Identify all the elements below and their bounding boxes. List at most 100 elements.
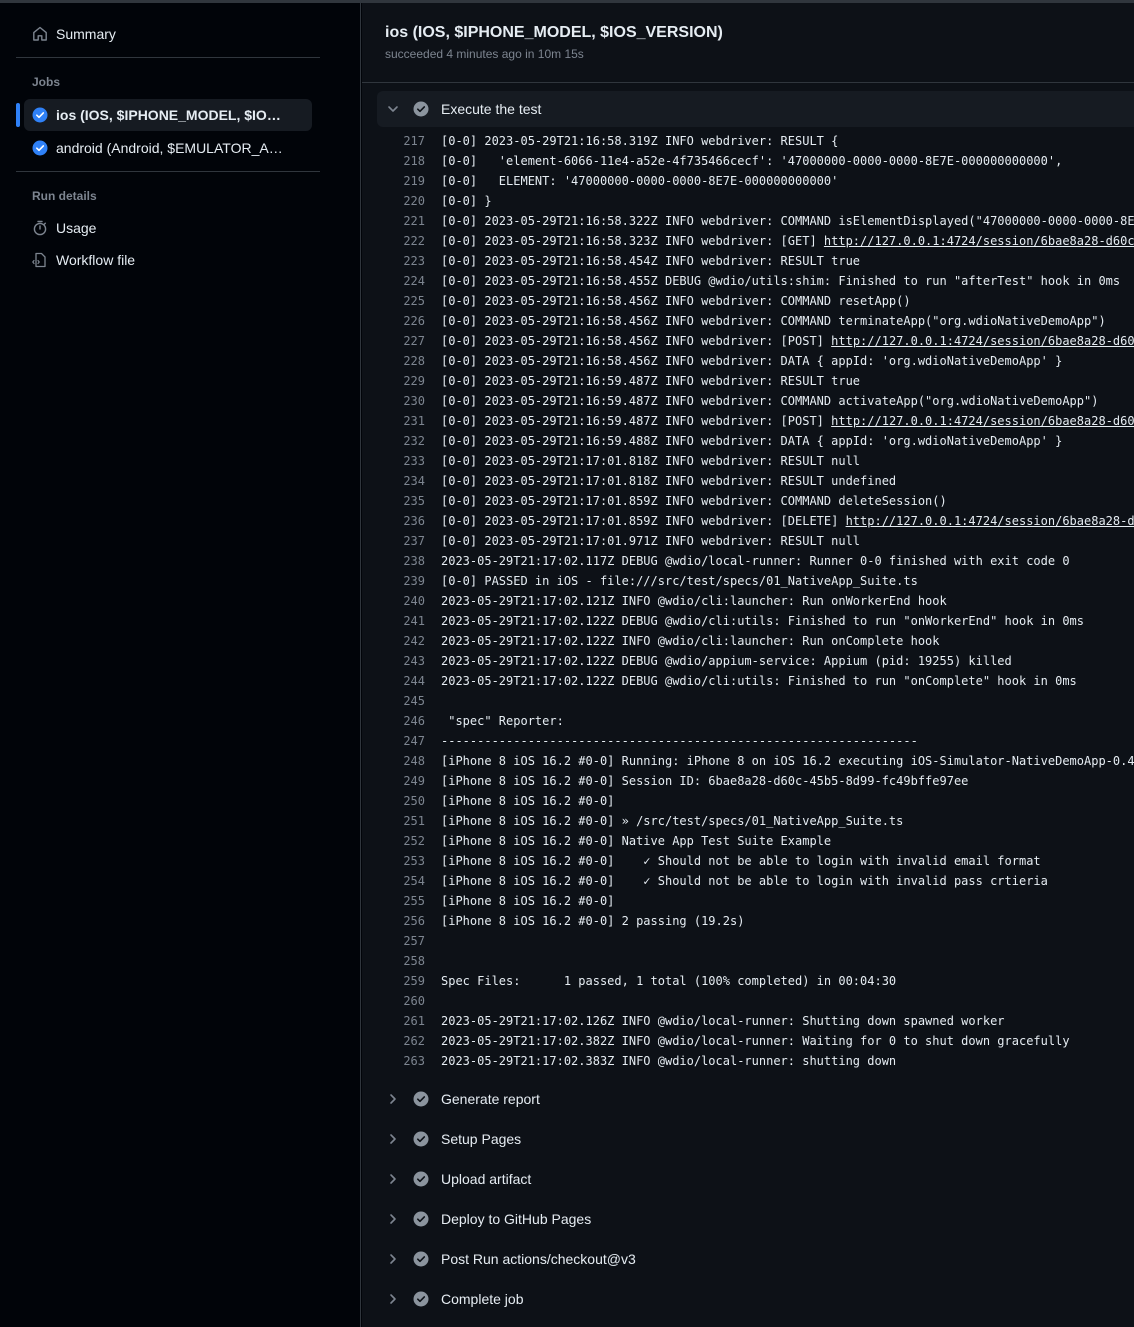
line-number[interactable]: 223 — [377, 251, 425, 271]
sidebar-item-summary[interactable]: Summary — [24, 18, 312, 50]
line-number[interactable]: 243 — [377, 651, 425, 671]
line-number[interactable]: 227 — [377, 331, 425, 351]
line-number[interactable]: 240 — [377, 591, 425, 611]
line-number[interactable]: 252 — [377, 831, 425, 851]
line-number[interactable]: 256 — [377, 911, 425, 931]
line-number[interactable]: 219 — [377, 171, 425, 191]
line-number[interactable]: 234 — [377, 471, 425, 491]
sidebar-item-usage[interactable]: Usage — [24, 212, 312, 244]
line-number[interactable]: 250 — [377, 791, 425, 811]
log-message: [0-0] 2023-05-29T21:16:58.456Z INFO webd… — [441, 334, 832, 348]
step-label: Post Run actions/checkout@v3 — [441, 1251, 636, 1267]
line-number[interactable]: 241 — [377, 611, 425, 631]
log-message: [0-0] 2023-05-29T21:17:01.818Z INFO webd… — [441, 474, 897, 488]
log-message: [iPhone 8 iOS 16.2 #0-0] ✓ Should not be… — [441, 854, 1041, 868]
log-text: [0-0] 2023-05-29T21:16:58.456Z INFO webd… — [441, 331, 1134, 351]
step-execute-the-test[interactable]: Execute the test — [377, 91, 1134, 127]
line-number[interactable]: 231 — [377, 411, 425, 431]
log-line: 223 [0-0] 2023-05-29T21:16:58.454Z INFO w… — [377, 251, 1134, 271]
log-line: 262 2023-05-29T21:17:02.382Z INFO @wdio/l… — [377, 1031, 1134, 1051]
log-line: 237 [0-0] 2023-05-29T21:17:01.971Z INFO w… — [377, 531, 1134, 551]
log-link[interactable]: http://127.0.0.1:4724/session/6bae8a28-d… — [824, 234, 1134, 248]
line-number[interactable]: 251 — [377, 811, 425, 831]
line-number[interactable]: 261 — [377, 1011, 425, 1031]
log-line: 238 2023-05-29T21:17:02.117Z DEBUG @wdio/… — [377, 551, 1134, 571]
log-text: [0-0] 2023-05-29T21:16:59.488Z INFO webd… — [441, 431, 1062, 451]
log-link[interactable]: http://127.0.0.1:4724/session/6bae8a28-d… — [846, 514, 1134, 528]
line-number[interactable]: 259 — [377, 971, 425, 991]
line-number[interactable]: 232 — [377, 431, 425, 451]
line-number[interactable]: 229 — [377, 371, 425, 391]
line-number[interactable]: 263 — [377, 1051, 425, 1071]
step-label: Upload artifact — [441, 1171, 532, 1187]
line-number[interactable]: 246 — [377, 711, 425, 731]
line-number[interactable]: 224 — [377, 271, 425, 291]
log-message: [iPhone 8 iOS 16.2 #0-0] 2 passing (19.2… — [441, 914, 745, 928]
line-number[interactable]: 233 — [377, 451, 425, 471]
log-message: [0-0] 2023-05-29T21:16:58.322Z INFO webd… — [441, 214, 1134, 228]
line-number[interactable]: 248 — [377, 751, 425, 771]
step-post-run-actions-checkout-v3[interactable]: Post Run actions/checkout@v3 — [377, 1241, 1134, 1277]
step-label: Complete job — [441, 1291, 524, 1307]
log-link[interactable]: http://127.0.0.1:4724/session/6bae8a28-d… — [831, 334, 1134, 348]
line-number[interactable]: 260 — [377, 991, 425, 1011]
log-line: 261 2023-05-29T21:17:02.126Z INFO @wdio/l… — [377, 1011, 1134, 1031]
step-deploy-to-github-pages[interactable]: Deploy to GitHub Pages — [377, 1201, 1134, 1237]
log-text: [0-0] 2023-05-29T21:16:58.456Z INFO webd… — [441, 351, 1062, 371]
line-number[interactable]: 262 — [377, 1031, 425, 1051]
log-message: [0-0] 2023-05-29T21:16:58.323Z INFO webd… — [441, 234, 824, 248]
log-text: [iPhone 8 iOS 16.2 #0-0] — [441, 791, 614, 811]
log-message: [0-0] 2023-05-29T21:17:01.859Z INFO webd… — [441, 494, 947, 508]
line-number[interactable]: 242 — [377, 631, 425, 651]
sidebar-job-ios[interactable]: ios (IOS, $IPHONE_MODEL, $IOS_VERSION) — [24, 99, 312, 131]
log-text: [0-0] 'element-6066-11e4-a52e-4f735466ce… — [441, 151, 1062, 171]
line-number[interactable]: 253 — [377, 851, 425, 871]
log-text: [0-0] 2023-05-29T21:16:58.454Z INFO webd… — [441, 251, 860, 271]
line-number[interactable]: 218 — [377, 151, 425, 171]
sidebar-item-label: Usage — [56, 220, 97, 236]
log-message: [iPhone 8 iOS 16.2 #0-0] — [441, 894, 615, 908]
line-number[interactable]: 226 — [377, 311, 425, 331]
log-line: 225 [0-0] 2023-05-29T21:16:58.456Z INFO w… — [377, 291, 1134, 311]
run-details-heading: Run details — [32, 189, 97, 203]
log-line: 228 [0-0] 2023-05-29T21:16:58.456Z INFO w… — [377, 351, 1134, 371]
line-number[interactable]: 238 — [377, 551, 425, 571]
line-number[interactable]: 225 — [377, 291, 425, 311]
line-number[interactable]: 255 — [377, 891, 425, 911]
step-generate-report[interactable]: Generate report — [377, 1081, 1134, 1117]
line-number[interactable]: 258 — [377, 951, 425, 971]
line-number[interactable]: 221 — [377, 211, 425, 231]
step-upload-artifact[interactable]: Upload artifact — [377, 1161, 1134, 1197]
log-message: 2023-05-29T21:17:02.122Z INFO @wdio/cli:… — [441, 634, 940, 648]
line-number[interactable]: 222 — [377, 231, 425, 251]
line-number[interactable]: 257 — [377, 931, 425, 951]
line-number[interactable]: 249 — [377, 771, 425, 791]
line-number[interactable]: 254 — [377, 871, 425, 891]
log-message: ----------------------------------------… — [441, 734, 918, 748]
log-text: [iPhone 8 iOS 16.2 #0-0] Native App Test… — [441, 831, 831, 851]
sidebar-divider — [16, 57, 320, 58]
sidebar-job-android[interactable]: android (Android, $EMULATOR_API_LEVEL) — [24, 132, 312, 164]
sidebar-item-workflow-file[interactable]: Workflow file — [24, 244, 312, 276]
line-number[interactable]: 230 — [377, 391, 425, 411]
line-number[interactable]: 237 — [377, 531, 425, 551]
line-number[interactable]: 228 — [377, 351, 425, 371]
log-message: [iPhone 8 iOS 16.2 #0-0] Native App Test… — [441, 834, 832, 848]
log-line: 247 -------------------------------------… — [377, 731, 1134, 751]
line-number[interactable]: 235 — [377, 491, 425, 511]
line-number[interactable]: 247 — [377, 731, 425, 751]
line-number[interactable]: 217 — [377, 131, 425, 151]
line-number[interactable]: 236 — [377, 511, 425, 531]
line-number[interactable]: 239 — [377, 571, 425, 591]
line-number[interactable]: 245 — [377, 691, 425, 711]
step-setup-pages[interactable]: Setup Pages — [377, 1121, 1134, 1157]
log-link[interactable]: http://127.0.0.1:4724/session/6bae8a28-d… — [831, 414, 1134, 428]
sidebar-divider — [16, 171, 320, 172]
step-complete-job[interactable]: Complete job — [377, 1281, 1134, 1317]
log-message: [0-0] 2023-05-29T21:16:58.455Z DEBUG @wd… — [441, 274, 1121, 288]
line-number[interactable]: 220 — [377, 191, 425, 211]
chevron-right-icon — [385, 1211, 401, 1227]
log-message: [0-0] 2023-05-29T21:17:01.971Z INFO webd… — [441, 534, 861, 548]
line-number[interactable]: 244 — [377, 671, 425, 691]
log-message: 2023-05-29T21:17:02.122Z DEBUG @wdio/cli… — [441, 614, 1084, 628]
